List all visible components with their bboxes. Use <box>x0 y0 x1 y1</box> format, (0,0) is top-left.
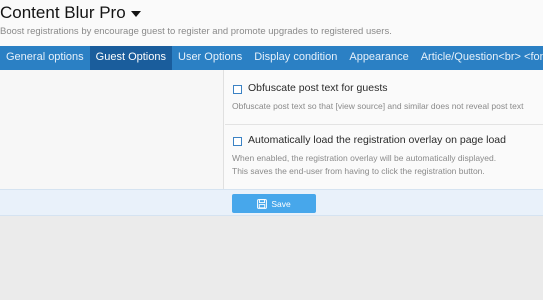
auto-overlay-description-line-1: When enabled, the registration overlay w… <box>232 153 497 163</box>
floppy-disk-icon <box>257 198 268 209</box>
tab-general-options[interactable]: General options <box>0 46 90 70</box>
obfuscate-checkbox[interactable] <box>233 85 242 94</box>
page-header: Content Blur Pro Boost registrations by … <box>0 0 543 46</box>
tab-article-question[interactable]: Article/Question<br> <font <box>415 46 543 70</box>
page-subtitle: Boost registrations by encourage guest t… <box>0 26 392 37</box>
page-title-row[interactable]: Content Blur Pro <box>0 1 141 25</box>
obfuscate-label[interactable]: Obfuscate post text for guests <box>248 82 388 94</box>
page-title: Content Blur Pro <box>0 3 126 22</box>
tab-bar: General options Guest Options User Optio… <box>0 46 543 70</box>
obfuscate-description: Obfuscate post text so that [view source… <box>232 101 524 111</box>
auto-overlay-description-line-2: This saves the end-user from having to c… <box>232 166 485 176</box>
tab-display-condition[interactable]: Display condition <box>248 46 343 70</box>
options-label-column <box>0 70 224 189</box>
save-bar: Save <box>0 189 543 216</box>
tab-user-options[interactable]: User Options <box>172 46 248 70</box>
save-button-label: Save <box>271 198 291 209</box>
caret-down-icon[interactable] <box>130 11 141 17</box>
option-divider <box>225 124 543 125</box>
auto-overlay-label[interactable]: Automatically load the registration over… <box>248 134 506 146</box>
options-panel: Obfuscate post text for guests Obfuscate… <box>0 70 543 189</box>
save-button[interactable]: Save <box>232 194 316 213</box>
tab-guest-options[interactable]: Guest Options <box>89 46 172 70</box>
auto-overlay-checkbox[interactable] <box>233 137 242 146</box>
tab-appearance[interactable]: Appearance <box>343 46 414 70</box>
